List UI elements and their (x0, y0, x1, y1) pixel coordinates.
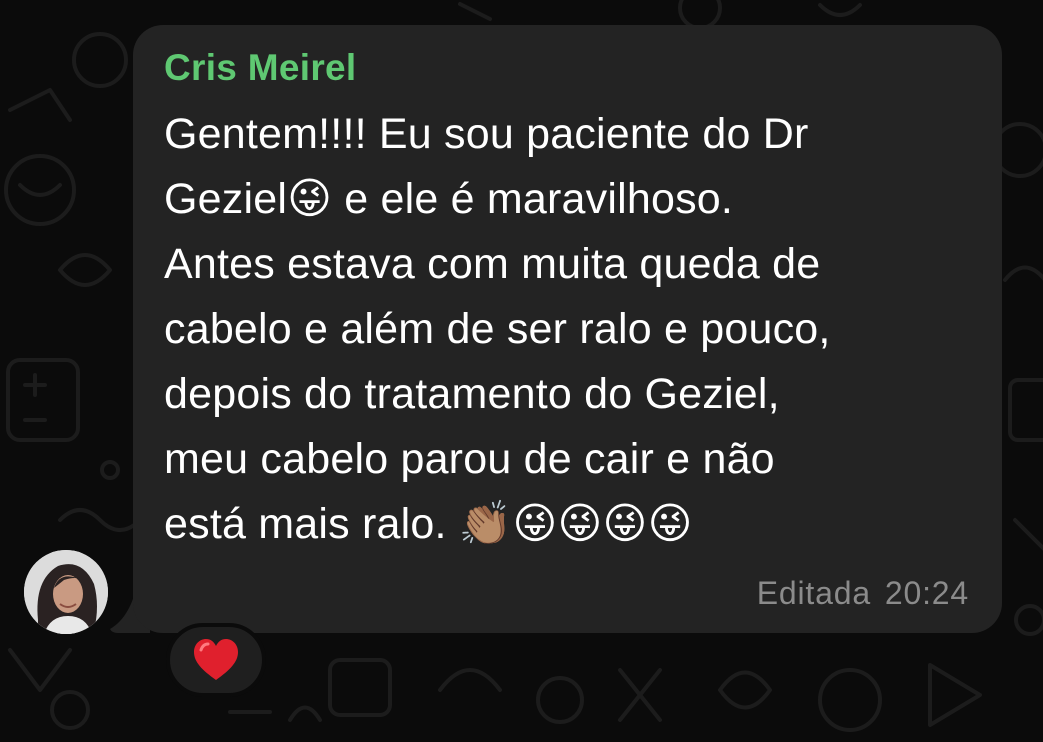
reaction-badge[interactable] (166, 623, 266, 697)
message-bubble[interactable]: Cris Meirel Gentem!!!! Eu sou paciente d… (133, 25, 1002, 633)
red-heart-icon (194, 639, 238, 680)
message-time: 20:24 (884, 575, 969, 611)
message-meta: Editada 20:24 (757, 575, 969, 612)
avatar[interactable] (24, 550, 108, 634)
message-text: Gentem!!!! Eu sou paciente do Dr Geziel😜… (164, 110, 831, 548)
edited-label: Editada (756, 575, 871, 611)
avatar-photo-icon (24, 550, 108, 634)
sender-name[interactable]: Cris Meirel (164, 47, 357, 89)
